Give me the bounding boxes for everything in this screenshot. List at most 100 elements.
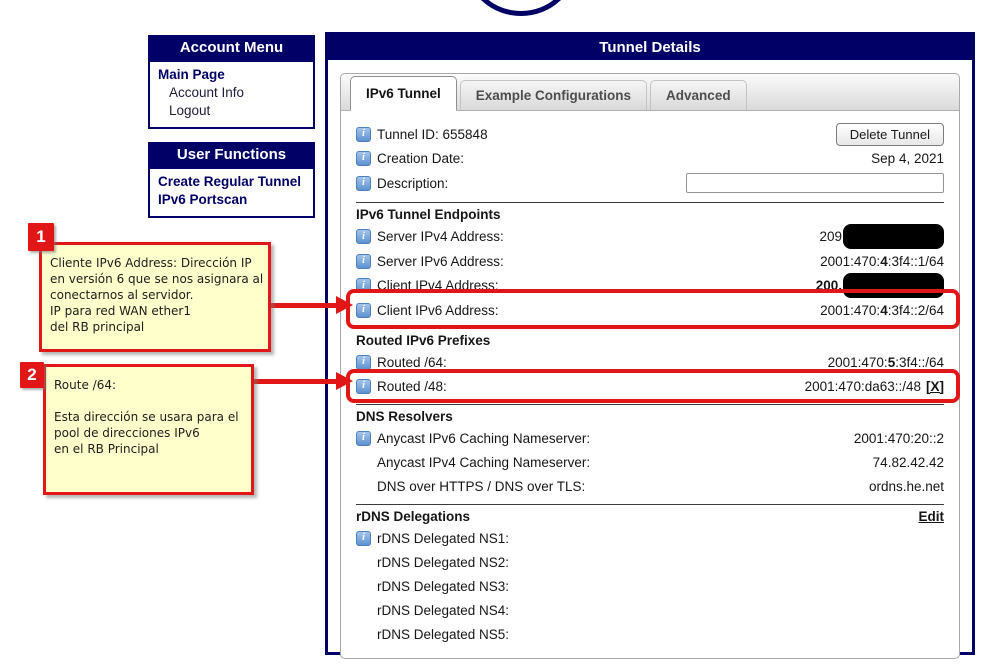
anycast-ipv6-row: i Anycast IPv6 Caching Nameserver: 2001:… — [356, 426, 944, 450]
info-icon[interactable]: i — [356, 254, 371, 269]
doh-dot-row: DNS over HTTPS / DNS over TLS: ordns.he.… — [356, 474, 944, 498]
annotation-arrow-2-line — [252, 379, 337, 384]
rdns-ns5-label: rDNS Delegated NS5: — [377, 627, 509, 642]
routed-48-value: 2001:470:da63::/48 — [805, 379, 921, 394]
client-ipv6-row: i Client IPv6 Address: 2001:470:4:3f4::2… — [356, 298, 944, 322]
tunnel-details-panel: Tunnel Details IPv6 Tunnel Example Confi… — [325, 32, 975, 655]
rdns-ns4-label: rDNS Delegated NS4: — [377, 603, 509, 618]
info-icon[interactable]: i — [356, 278, 371, 293]
rdns-ns1-label: rDNS Delegated NS1: — [377, 531, 509, 546]
tunnel-id-row: i Tunnel ID: 655848 Delete Tunnel — [356, 122, 944, 146]
sidebar-item-create-regular-tunnel[interactable]: Create Regular Tunnel — [158, 173, 305, 191]
note-line: pool de direcciones IPv6 — [54, 425, 243, 441]
annotation-arrow-1-line — [267, 303, 337, 308]
note-line: conectarnos al servidor. — [50, 287, 260, 303]
endpoints-section-title: IPv6 Tunnel Endpoints — [356, 207, 944, 222]
page-title: Tunnel Details — [328, 35, 972, 60]
section-divider — [356, 404, 944, 405]
client-ipv4-link[interactable]: 200. — [816, 278, 842, 293]
account-menu-header: Account Menu — [148, 35, 315, 60]
routed-section-title: Routed IPv6 Prefixes — [356, 333, 944, 348]
redacted-value — [843, 273, 944, 298]
annotation-arrow-2-head — [336, 372, 353, 390]
info-icon[interactable]: i — [356, 127, 371, 142]
annotation-arrow-1-head — [336, 296, 353, 314]
ipv6-tunnel-tab-panel: i Tunnel ID: 655848 Delete Tunnel i Crea… — [341, 111, 959, 658]
note-line: en versión 6 que se nos asignara al — [50, 271, 260, 287]
creation-date-row: i Creation Date: Sep 4, 2021 — [356, 146, 944, 170]
note-line — [54, 393, 243, 409]
rdns-ns3-label: rDNS Delegated NS3: — [377, 579, 509, 594]
routed-48-row: i Routed /48: 2001:470:da63::/48 [X] — [356, 374, 944, 398]
tab-bar: IPv6 Tunnel Example Configurations Advan… — [341, 74, 959, 111]
rdns-ns5-row: rDNS Delegated NS5: — [356, 622, 944, 646]
annotation-note-1: Cliente IPv6 Address: Dirección IP en ve… — [39, 242, 271, 352]
server-ipv6-label: Server IPv6 Address: — [377, 254, 504, 269]
sidebar-item-ipv6-portscan[interactable]: IPv6 Portscan — [158, 191, 305, 209]
section-divider — [356, 202, 944, 203]
server-ipv4-value: 209 — [819, 229, 842, 244]
server-ipv6-value: 2001:470:4:3f4::1/64 — [820, 254, 944, 269]
anycast-ipv6-label: Anycast IPv6 Caching Nameserver: — [377, 431, 590, 446]
rdns-edit-link[interactable]: Edit — [919, 509, 945, 524]
info-icon[interactable]: i — [356, 531, 371, 546]
user-functions-header: User Functions — [148, 142, 315, 167]
redacted-value — [843, 224, 944, 249]
description-label: Description: — [377, 176, 448, 191]
rdns-section-title: rDNS Delegations Edit — [356, 509, 944, 524]
doh-dot-value: ordns.he.net — [869, 479, 944, 494]
annotation-number-2: 2 — [20, 362, 44, 388]
tab-ipv6-tunnel[interactable]: IPv6 Tunnel — [350, 76, 457, 111]
rdns-ns4-row: rDNS Delegated NS4: — [356, 598, 944, 622]
rdns-ns3-row: rDNS Delegated NS3: — [356, 574, 944, 598]
routed-48-label: Routed /48: — [377, 379, 447, 394]
info-icon[interactable]: i — [356, 151, 371, 166]
routed-64-label: Routed /64: — [377, 355, 447, 370]
delete-tunnel-button[interactable]: Delete Tunnel — [836, 123, 944, 146]
note-line: Esta dirección se usara para el — [54, 409, 243, 425]
anycast-ipv4-row: Anycast IPv4 Caching Nameserver: 74.82.4… — [356, 450, 944, 474]
description-row: i Description: — [356, 170, 944, 196]
server-ipv4-label: Server IPv4 Address: — [377, 229, 504, 244]
note-line: del RB principal — [50, 319, 260, 335]
client-ipv4-label: Client IPv4 Address: — [377, 278, 499, 293]
creation-date-label: Creation Date: — [377, 151, 464, 166]
info-icon[interactable]: i — [356, 303, 371, 318]
note-line: en el RB Principal — [54, 441, 243, 457]
doh-dot-label: DNS over HTTPS / DNS over TLS: — [377, 479, 585, 494]
sidebar-item-logout[interactable]: Logout — [158, 102, 305, 120]
client-ipv4-row: i Client IPv4 Address: 200. — [356, 273, 944, 298]
hurricane-electric-logo-arc — [466, 0, 576, 16]
info-icon[interactable]: i — [356, 379, 371, 394]
server-ipv6-row: i Server IPv6 Address: 2001:470:4:3f4::1… — [356, 249, 944, 273]
note-line: Cliente IPv6 Address: Dirección IP — [50, 255, 260, 271]
server-ipv4-row: i Server IPv4 Address: 209 — [356, 224, 944, 249]
description-input[interactable] — [686, 173, 944, 193]
note-line: Route /64: — [54, 377, 243, 393]
creation-date-value: Sep 4, 2021 — [871, 151, 944, 166]
tab-advanced[interactable]: Advanced — [650, 80, 747, 110]
routed-48-remove-link[interactable]: [X] — [926, 379, 944, 394]
sidebar-item-main-page[interactable]: Main Page — [158, 66, 305, 84]
tabs-widget: IPv6 Tunnel Example Configurations Advan… — [340, 73, 960, 659]
account-menu-box: Main Page Account Info Logout — [148, 60, 315, 129]
rdns-ns1-row: i rDNS Delegated NS1: — [356, 526, 944, 550]
rdns-ns2-row: rDNS Delegated NS2: — [356, 550, 944, 574]
dns-section-title: DNS Resolvers — [356, 409, 944, 424]
section-divider — [356, 504, 944, 505]
routed-64-value: 2001:470:5:3f4::/64 — [828, 355, 944, 370]
sidebar-item-account-info[interactable]: Account Info — [158, 84, 305, 102]
info-icon[interactable]: i — [356, 431, 371, 446]
client-ipv6-value: 2001:470:4:3f4::2/64 — [820, 303, 944, 318]
info-icon[interactable]: i — [356, 176, 371, 191]
info-icon[interactable]: i — [356, 355, 371, 370]
tunnel-id-label: Tunnel ID: 655848 — [377, 127, 488, 142]
client-ipv6-label: Client IPv6 Address: — [377, 303, 499, 318]
section-divider — [356, 328, 944, 329]
rdns-ns2-label: rDNS Delegated NS2: — [377, 555, 509, 570]
info-icon[interactable]: i — [356, 229, 371, 244]
annotation-number-1: 1 — [28, 223, 54, 251]
tab-example-configurations[interactable]: Example Configurations — [460, 80, 647, 110]
anycast-ipv6-value: 2001:470:20::2 — [854, 431, 944, 446]
sidebar: Account Menu Main Page Account Info Logo… — [148, 35, 315, 218]
